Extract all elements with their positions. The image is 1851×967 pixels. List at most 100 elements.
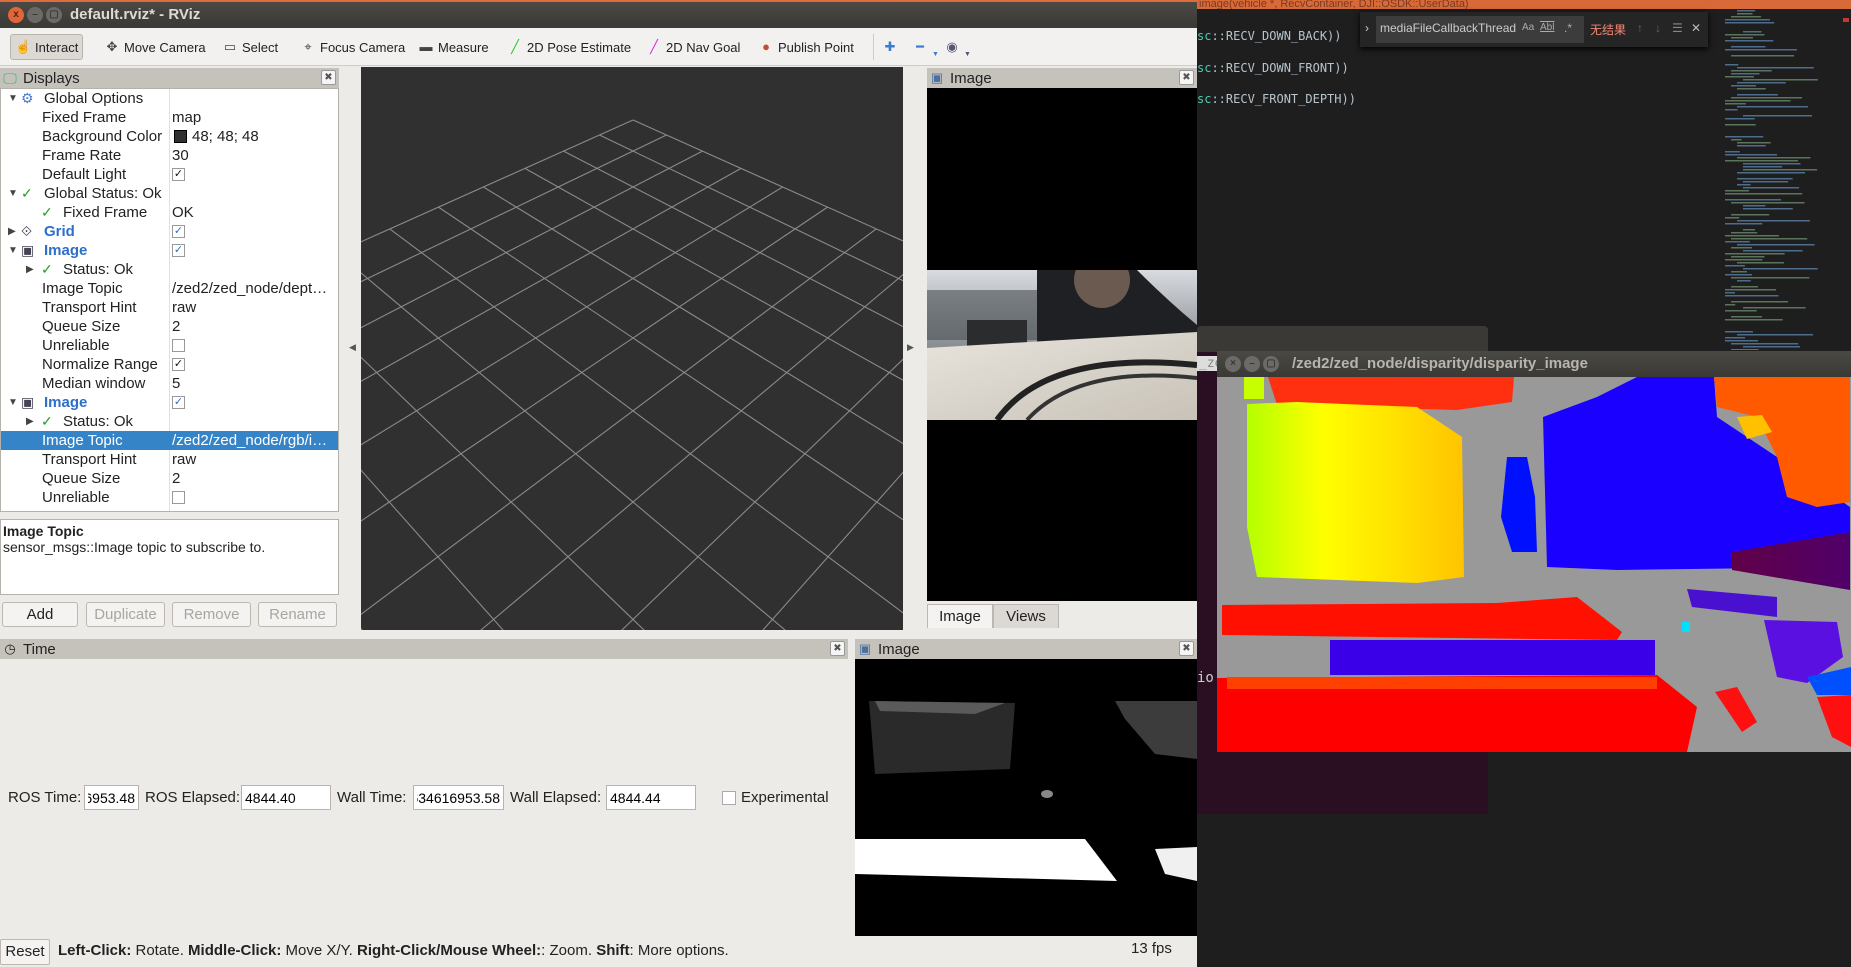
tool-2d-pose-estimate[interactable]: ╱ 2D Pose Estimate [503, 34, 635, 60]
enable-checkbox[interactable]: ✓ [172, 358, 185, 371]
ros-time-field[interactable] [84, 785, 139, 810]
collapse-right-arrow-icon[interactable]: ▶ [26, 260, 34, 279]
next-match-icon[interactable]: ↓ [1655, 21, 1661, 35]
display-tree-row[interactable]: Transport Hint raw [1, 298, 338, 317]
previous-match-icon[interactable]: ↑ [1637, 21, 1643, 35]
row-value[interactable]: OK [172, 203, 194, 222]
maximize-window-button[interactable]: ▢ [46, 7, 62, 23]
remove-display-button[interactable]: Remove [172, 602, 251, 627]
whole-word-toggle[interactable]: Abl [1540, 22, 1554, 33]
enable-checkbox[interactable] [172, 339, 185, 352]
duplicate-display-button[interactable]: Duplicate [86, 602, 165, 627]
tool-focus-camera[interactable]: ⌖ Focus Camera [296, 34, 409, 60]
minimap[interactable] [1725, 10, 1835, 350]
rviz-window: x – ▢ default.rviz* - RViz ☝ Interact ✥ Mov… [0, 0, 1197, 967]
display-tree-row[interactable]: Default Light ✓ [1, 165, 338, 184]
display-tree-row[interactable]: Transport Hint raw [1, 450, 338, 469]
display-tree-row[interactable]: Image Topic/zed2/zed_node/rgb/i… [1, 431, 338, 450]
row-value[interactable]: map [172, 108, 201, 127]
row-value[interactable]: /zed2/zed_node/rgb/i… [172, 431, 327, 450]
display-tree-row[interactable]: Median window 5 [1, 374, 338, 393]
enable-checkbox[interactable] [172, 491, 185, 504]
displays-tree[interactable]: ▼ ⚙ Global Options Fixed Frame map Background… [0, 88, 339, 512]
display-tree-row[interactable]: ▶ ✓ Status: Ok [1, 260, 338, 279]
row-value[interactable]: /zed2/zed_node/dept… [172, 279, 327, 298]
find-input[interactable]: mediaFileCallbackThread [1380, 21, 1516, 35]
row-value[interactable]: 2 [172, 317, 180, 336]
add-tool-button[interactable]: ✚ [878, 34, 902, 60]
minimize-window-button[interactable]: – [27, 7, 43, 23]
maximize-window-button[interactable]: ▢ [1263, 356, 1279, 372]
display-tree-row[interactable]: Queue Size 2 [1, 317, 338, 336]
display-tree-row[interactable]: ▼ ▣ Image ✓ [1, 241, 338, 260]
collapse-right-arrow-icon[interactable]: ▶ [907, 342, 914, 353]
display-tree-row[interactable]: ▼ ⚙ Global Options [1, 89, 338, 108]
display-tree-row[interactable]: Frame Rate 30 [1, 146, 338, 165]
row-value[interactable]: 48; 48; 48 [192, 127, 259, 146]
camera-type-button[interactable]: ◉ ▼ [940, 34, 975, 60]
close-panel-button[interactable]: ✖ [1179, 70, 1194, 85]
tool-publish-point[interactable]: ● Publish Point [754, 34, 858, 60]
wall-time-field[interactable] [413, 785, 504, 810]
wall-elapsed-field[interactable] [606, 785, 696, 810]
gear-icon: ⚙ [21, 90, 34, 106]
close-window-button[interactable]: x [8, 7, 24, 23]
remove-tool-button[interactable]: ━ ▼ [908, 34, 943, 60]
row-value[interactable]: 5 [172, 374, 180, 393]
3d-render-view[interactable] [145, 67, 1121, 967]
display-tree-row[interactable]: Unreliable [1, 336, 338, 355]
close-window-button[interactable]: × [1225, 356, 1241, 372]
display-tree-row[interactable]: Unreliable [1, 488, 338, 507]
minimap-line [1725, 295, 1779, 297]
find-in-selection-icon[interactable]: ☰ [1672, 21, 1683, 35]
display-tree-row[interactable]: Background Color 48; 48; 48 [1, 127, 338, 146]
display-tree-row[interactable]: ▶ ✓ Status: Ok [1, 412, 338, 431]
regex-toggle[interactable]: .* [1564, 21, 1572, 35]
tab-views[interactable]: Views [993, 604, 1059, 628]
display-tree-row[interactable]: Image Topic/zed2/zed_node/dept… [1, 279, 338, 298]
grid-icon: ⟐ [21, 223, 33, 239]
display-tree-row[interactable]: ▼ ▣ Image ✓ [1, 393, 338, 412]
row-value[interactable]: 30 [172, 146, 189, 165]
toggle-replace-chevron-icon[interactable]: › [1365, 21, 1369, 35]
tool-2d-nav-goal[interactable]: ╱ 2D Nav Goal [642, 34, 744, 60]
rename-display-button[interactable]: Rename [258, 602, 337, 627]
close-panel-button[interactable]: ✖ [1179, 641, 1194, 656]
expand-down-arrow-icon[interactable]: ▼ [8, 89, 18, 108]
minimize-window-button[interactable]: – [1244, 356, 1260, 372]
tool-measure[interactable]: ▬ Measure [414, 34, 493, 60]
color-swatch[interactable] [174, 130, 187, 143]
close-panel-button[interactable]: ✖ [830, 641, 845, 656]
add-display-button[interactable]: Add [2, 602, 78, 627]
enable-checkbox[interactable]: ✓ [172, 168, 185, 181]
tab-image[interactable]: Image [927, 604, 993, 628]
expand-down-arrow-icon[interactable]: ▼ [8, 393, 18, 412]
reset-button[interactable]: Reset [0, 939, 50, 965]
display-tree-row[interactable]: ▼ ✓ Global Status: Ok [1, 184, 338, 203]
close-panel-button[interactable]: ✖ [321, 70, 336, 85]
tool-select[interactable]: ▭ Select [218, 34, 282, 60]
tool-move-camera[interactable]: ✥ Move Camera [100, 34, 210, 60]
enable-checkbox[interactable]: ✓ [172, 244, 185, 257]
row-value[interactable]: raw [172, 450, 196, 469]
ros-elapsed-field[interactable] [241, 785, 331, 810]
row-value[interactable]: raw [172, 298, 196, 317]
enable-checkbox[interactable]: ✓ [172, 396, 185, 409]
display-tree-row[interactable]: ✓ Fixed Frame OK [1, 203, 338, 222]
display-tree-row[interactable]: Normalize Range ✓ [1, 355, 338, 374]
display-tree-row[interactable]: Queue Size 2 [1, 469, 338, 488]
minimap-line [1737, 262, 1784, 264]
expand-down-arrow-icon[interactable]: ▼ [8, 241, 18, 260]
collapse-right-arrow-icon[interactable]: ▶ [26, 412, 34, 431]
row-value[interactable]: 2 [172, 469, 180, 488]
close-find-icon[interactable]: ✕ [1691, 21, 1701, 35]
experimental-checkbox[interactable] [722, 791, 736, 805]
tool-interact[interactable]: ☝ Interact [10, 34, 84, 60]
collapse-left-arrow-icon[interactable]: ◀ [349, 342, 356, 353]
display-tree-row[interactable]: Fixed Frame map [1, 108, 338, 127]
expand-down-arrow-icon[interactable]: ▼ [8, 184, 18, 203]
collapse-right-arrow-icon[interactable]: ▶ [8, 222, 16, 241]
enable-checkbox[interactable]: ✓ [172, 225, 185, 238]
display-tree-row[interactable]: ▶ ⟐ Grid ✓ [1, 222, 338, 241]
match-case-toggle[interactable]: Aa [1522, 22, 1534, 33]
